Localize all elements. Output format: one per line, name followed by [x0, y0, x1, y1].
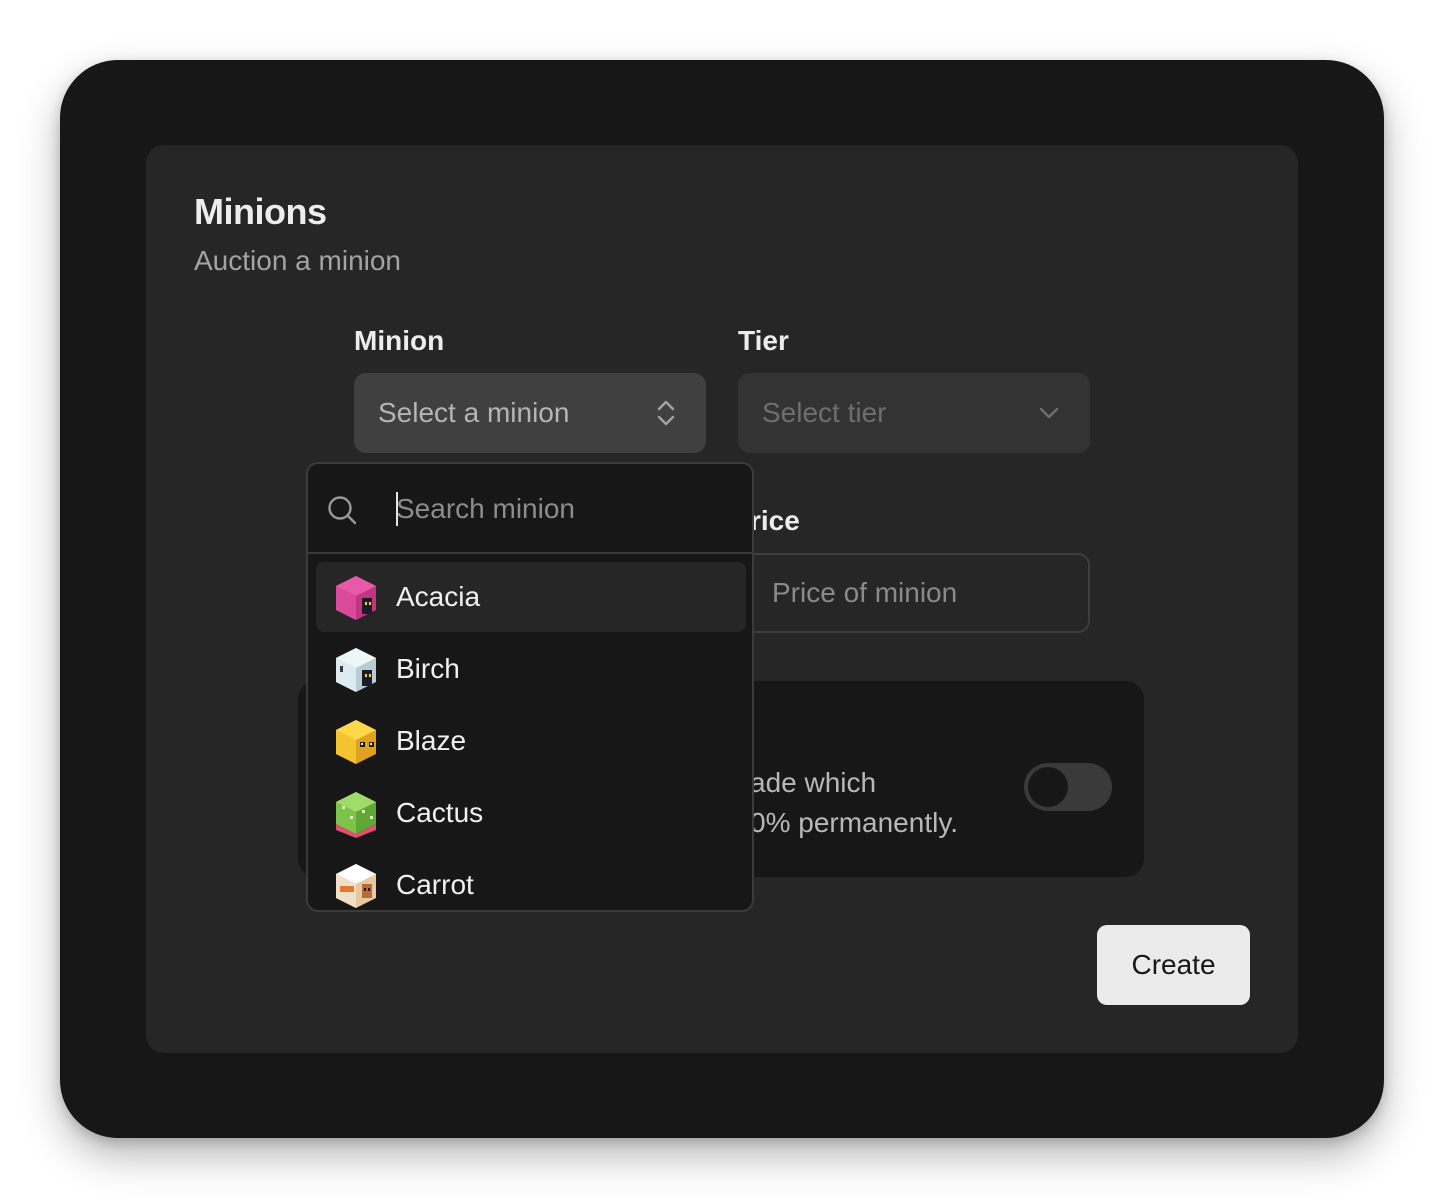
permanent-toggle-switch[interactable] [1024, 763, 1112, 811]
tier-select-value: Select tier [762, 397, 887, 428]
tier-label: Tier [738, 325, 789, 356]
card-title: Minions [194, 191, 327, 232]
search-input[interactable] [396, 486, 736, 532]
price-label: rice [750, 505, 800, 536]
search-icon [328, 496, 357, 525]
create-button[interactable]: Create [1097, 925, 1250, 1005]
minion-option-carrot[interactable]: Carrot [316, 850, 746, 910]
option-label: Acacia [396, 581, 481, 612]
minion-label: Minion [354, 325, 445, 356]
carrot-minion-icon [336, 864, 376, 908]
toggle-description: ade which 0% permanently. [750, 763, 1010, 843]
minion-dropdown: Acacia Birch Blaze [306, 462, 754, 912]
text-caret [396, 492, 398, 526]
price-input[interactable]: Price of minion [738, 553, 1090, 633]
blaze-minion-icon [336, 720, 376, 764]
minion-select[interactable]: Select a minion [354, 373, 706, 453]
option-label: Carrot [396, 869, 474, 900]
birch-minion-icon [336, 648, 376, 692]
minion-option-blaze[interactable]: Blaze [316, 706, 746, 776]
minion-option-acacia[interactable]: Acacia [316, 562, 746, 632]
acacia-minion-icon [336, 576, 376, 620]
toggle-description-line-2: 0% permanently. [750, 807, 959, 838]
minion-select-value: Select a minion [378, 397, 570, 428]
price-placeholder: Price of minion [772, 577, 958, 608]
tier-select[interactable]: Select tier [738, 373, 1090, 453]
option-label: Cactus [396, 797, 484, 828]
minion-option-cactus[interactable]: Cactus [316, 778, 746, 848]
chevron-down-icon [1039, 407, 1059, 419]
minion-option-birch[interactable]: Birch [316, 634, 746, 704]
search-row [308, 464, 752, 554]
option-label: Blaze [396, 725, 467, 756]
card-subtitle: Auction a minion [194, 245, 402, 276]
toggle-knob [1028, 767, 1068, 807]
cactus-minion-icon [336, 792, 376, 838]
toggle-description-line-1: ade which [750, 767, 877, 798]
chevron-up-down-icon [657, 400, 675, 426]
option-label: Birch [396, 653, 460, 684]
